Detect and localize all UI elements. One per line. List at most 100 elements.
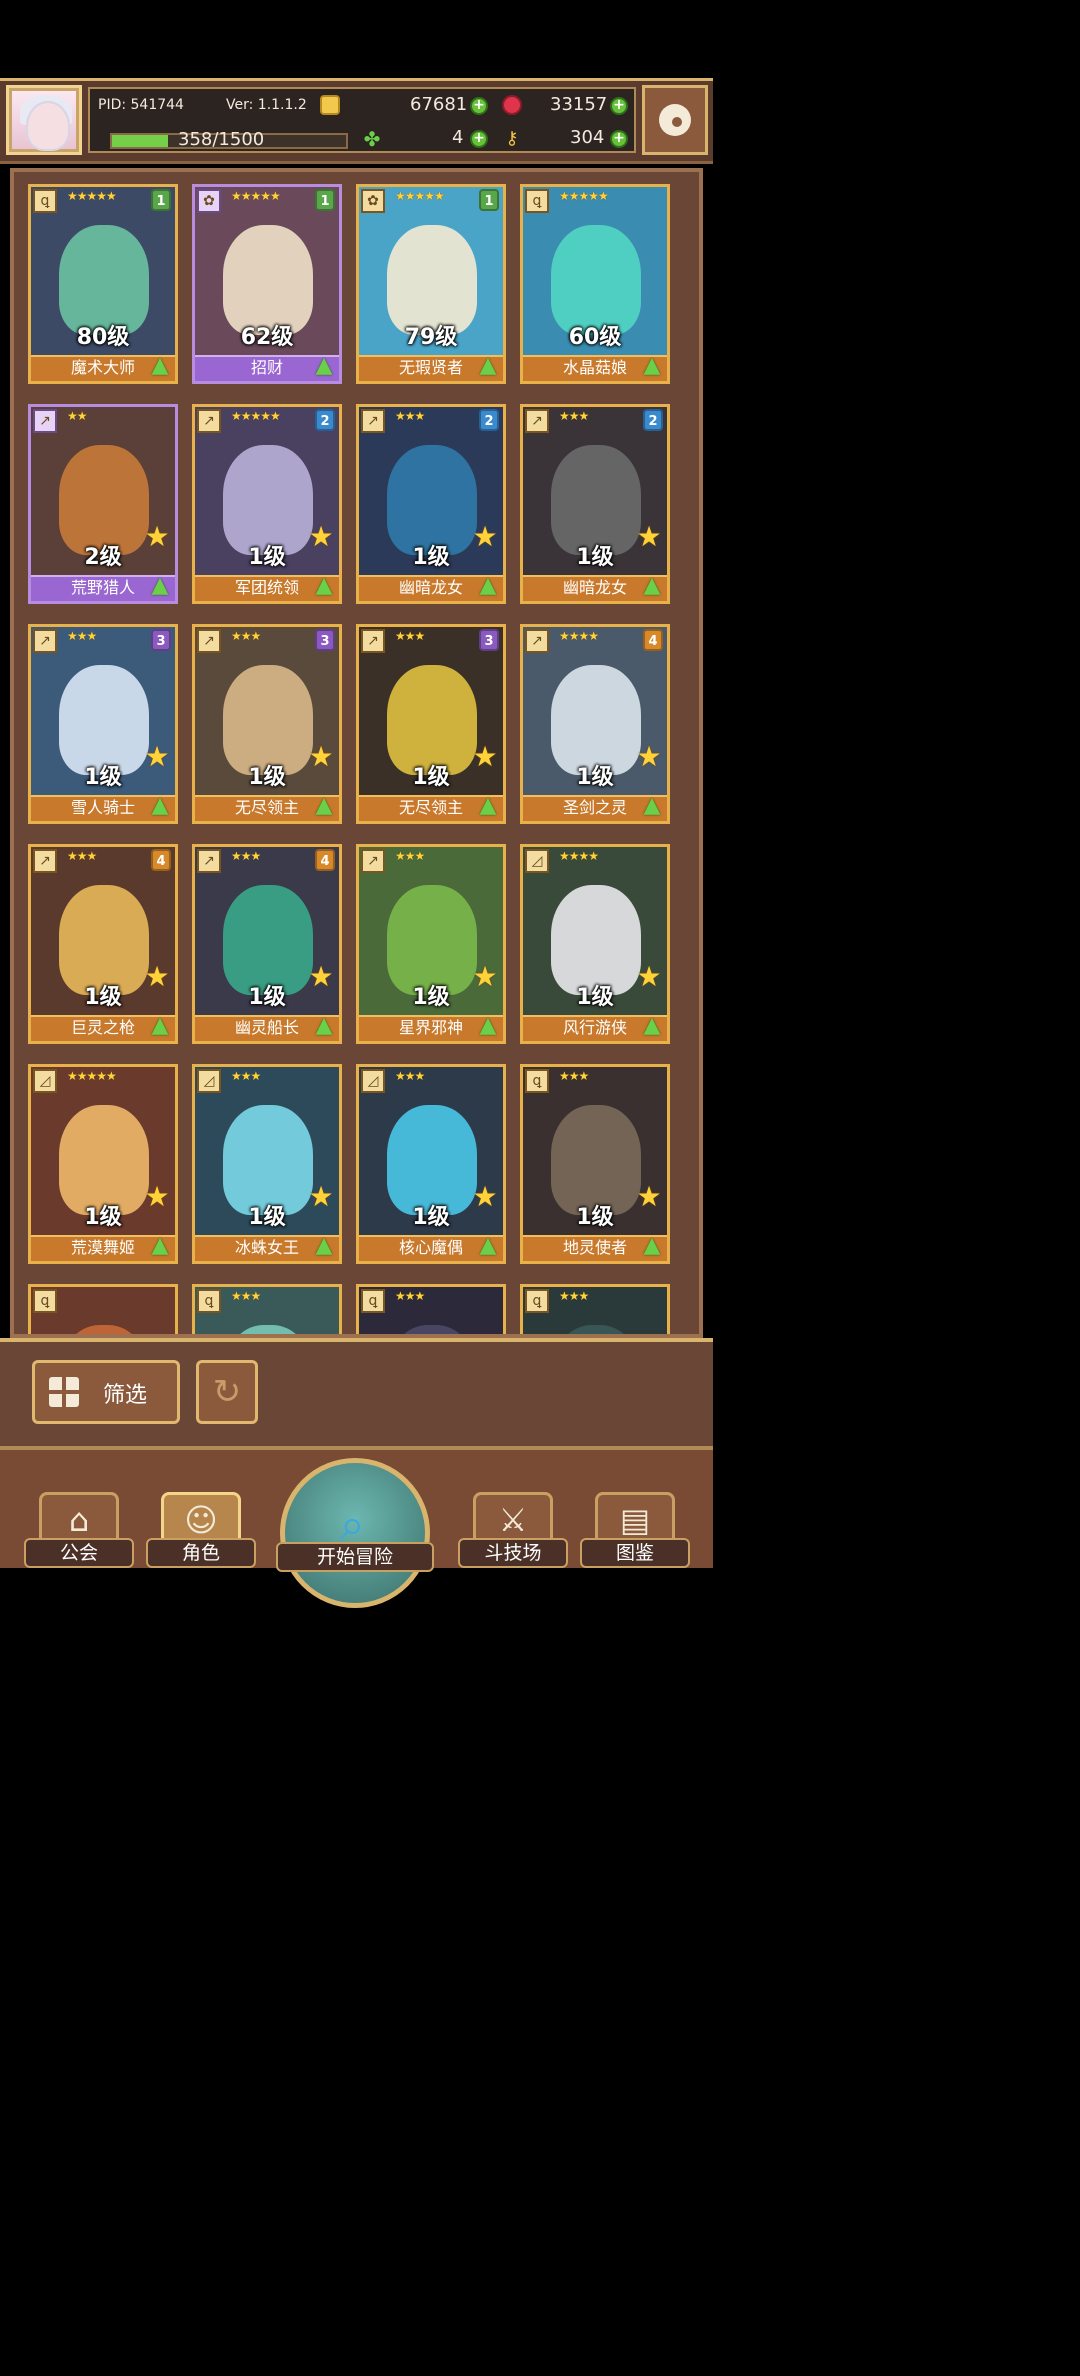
tier-badge: 4 (315, 849, 335, 871)
gem-icon (502, 95, 522, 115)
character-card[interactable]: ↗ ★★★ 2 1级 ★ 幽暗龙女 ▲ (520, 404, 670, 604)
level-up-arrow-icon: ▲ (315, 1013, 333, 1038)
clover-amount: 4 (452, 127, 464, 148)
add-key-button[interactable]: + (610, 130, 628, 148)
rarity-stars: ★★★★★ (395, 189, 445, 203)
star-upgrade-icon: ★ (472, 520, 498, 553)
character-card[interactable]: ꝗ ★★★ (520, 1284, 670, 1334)
character-card[interactable]: ↗ ★★★★ 4 1级 ★ 圣剑之灵 ▲ (520, 624, 670, 824)
character-card[interactable]: ꝗ ★★★★★ 1 80级 魔术大师 ▲ (28, 184, 178, 384)
gear-icon (659, 104, 691, 136)
rarity-stars: ★★★ (559, 1069, 589, 1083)
tier-badge: 3 (315, 629, 335, 651)
class-weapon-icon: ↗ (197, 629, 221, 653)
add-gold-button[interactable]: + (470, 97, 488, 115)
class-weapon-icon: ↗ (33, 849, 57, 873)
class-weapon-icon: ◿ (525, 849, 549, 873)
tier-badge: 4 (643, 629, 663, 651)
character-card[interactable]: ↗ ★★★ 3 1级 ★ 雪人骑士 ▲ (28, 624, 178, 824)
rarity-stars: ★★★ (395, 1289, 425, 1303)
character-card[interactable]: ↗ ★★★ 4 1级 ★ 巨灵之枪 ▲ (28, 844, 178, 1044)
character-card[interactable]: ↗ ★★★ 1级 ★ 星界邪神 ▲ (356, 844, 506, 1044)
nav-codex[interactable]: ▤ 图鉴 (580, 1468, 690, 1568)
class-weapon-icon: ↗ (33, 629, 57, 653)
character-card[interactable]: ꝗ (28, 1284, 178, 1334)
player-info-panel: PID: 541744 Ver: 1.1.1.2 67681 + 33157 +… (88, 87, 636, 153)
character-card[interactable]: ◿ ★★★ 1级 ★ 冰蛛女王 ▲ (192, 1064, 342, 1264)
character-card[interactable]: ◿ ★★★ 1级 ★ 核心魔偶 ▲ (356, 1064, 506, 1264)
character-card[interactable]: ◿ ★★★★ 1级 ★ 风行游侠 ▲ (520, 844, 670, 1044)
player-avatar[interactable] (6, 85, 82, 155)
star-upgrade-icon: ★ (308, 520, 334, 553)
level-up-arrow-icon: ▲ (479, 1233, 497, 1258)
character-card[interactable]: ↗ ★★★ 4 1级 ★ 幽灵船长 ▲ (192, 844, 342, 1044)
avatar-face (26, 101, 70, 151)
star-upgrade-icon: ★ (308, 1180, 334, 1213)
class-weapon-icon: ◿ (361, 1069, 385, 1093)
add-clover-button[interactable]: + (470, 130, 488, 148)
level-up-arrow-icon: ▲ (643, 793, 661, 818)
star-upgrade-icon: ★ (308, 960, 334, 993)
refresh-button[interactable]: ↻ (196, 1360, 258, 1424)
nav-start-adventure[interactable]: ⌕ 开始冒险 (270, 1450, 440, 1608)
class-weapon-icon: ↗ (525, 409, 549, 433)
level-up-arrow-icon: ▲ (151, 793, 169, 818)
nav-arena-label: 斗技场 (458, 1538, 568, 1568)
class-weapon-icon: ꝗ (525, 189, 549, 213)
filter-button[interactable]: 筛选 (32, 1360, 180, 1424)
nav-guild[interactable]: ⌂ 公会 (24, 1468, 134, 1568)
nav-character[interactable]: ☺ 角色 (146, 1468, 256, 1568)
rarity-stars: ★★★ (231, 1289, 261, 1303)
class-weapon-icon: ◿ (197, 1069, 221, 1093)
character-card[interactable]: ꝗ ★★★★★ 60级 水晶菇娘 ▲ (520, 184, 670, 384)
star-upgrade-icon: ★ (144, 520, 170, 553)
character-card[interactable]: ↗ ★★★★★ 2 1级 ★ 军团统领 ▲ (192, 404, 342, 604)
character-card[interactable]: ↗ ★★★ 2 1级 ★ 幽暗龙女 ▲ (356, 404, 506, 604)
class-weapon-icon: ✿ (197, 189, 221, 213)
gold-coin-icon (320, 95, 340, 115)
game-version: Ver: 1.1.1.2 (226, 97, 307, 113)
level-up-arrow-icon: ▲ (479, 793, 497, 818)
character-card[interactable]: ◿ ★★★★★ 1级 ★ 荒漠舞姬 ▲ (28, 1064, 178, 1264)
key-icon: ⚷ (505, 128, 519, 149)
rarity-stars: ★★★★ (559, 849, 599, 863)
rarity-stars: ★★★ (67, 849, 97, 863)
character-portrait (551, 1325, 641, 1334)
class-weapon-icon: ↗ (33, 409, 57, 433)
exp-progress-fill (112, 135, 169, 147)
character-card[interactable]: ✿ ★★★★★ 1 79级 无瑕贤者 ▲ (356, 184, 506, 384)
level-up-arrow-icon: ▲ (151, 1013, 169, 1038)
add-gem-button[interactable]: + (610, 97, 628, 115)
character-card[interactable]: ↗ ★★★ 3 1级 ★ 无尽领主 ▲ (192, 624, 342, 824)
class-weapon-icon: ꝗ (33, 1289, 57, 1313)
level-up-arrow-icon: ▲ (315, 573, 333, 598)
class-weapon-icon: ↗ (197, 409, 221, 433)
tier-badge: 1 (151, 189, 171, 211)
character-card[interactable]: ꝗ ★★★ 1级 ★ 地灵使者 ▲ (520, 1064, 670, 1264)
star-upgrade-icon: ★ (636, 740, 662, 773)
level-up-arrow-icon: ▲ (315, 353, 333, 378)
character-card[interactable]: ↗ ★★ 2级 ★ 荒野猎人 ▲ (28, 404, 178, 604)
character-card[interactable]: ↗ ★★★ 3 1级 ★ 无尽领主 ▲ (356, 624, 506, 824)
settings-button[interactable] (642, 85, 708, 155)
class-weapon-icon: ↗ (361, 409, 385, 433)
nav-arena[interactable]: ⚔ 斗技场 (458, 1468, 568, 1568)
character-card[interactable]: ✿ ★★★★★ 1 62级 招财 ▲ (192, 184, 342, 384)
character-level: 62级 (240, 325, 294, 350)
rarity-stars: ★★★ (67, 629, 97, 643)
rarity-stars: ★★★★★ (231, 409, 281, 423)
refresh-icon: ↻ (212, 1372, 242, 1412)
character-face-icon: ☺ (184, 1501, 218, 1539)
character-card[interactable]: ꝗ ★★★ (192, 1284, 342, 1334)
character-portrait (387, 1325, 477, 1334)
level-up-arrow-icon: ▲ (479, 353, 497, 378)
rarity-stars: ★★ (67, 409, 87, 423)
class-weapon-icon: ꝗ (525, 1289, 549, 1313)
star-upgrade-icon: ★ (636, 1180, 662, 1213)
rarity-stars: ★★★★★ (67, 1069, 117, 1083)
character-card[interactable]: ꝗ ★★★ (356, 1284, 506, 1334)
nav-adventure-label: 开始冒险 (276, 1542, 434, 1572)
class-weapon-icon: ◿ (33, 1069, 57, 1093)
grid-filter-icon (49, 1377, 79, 1407)
rarity-stars: ★★★★★ (67, 189, 117, 203)
